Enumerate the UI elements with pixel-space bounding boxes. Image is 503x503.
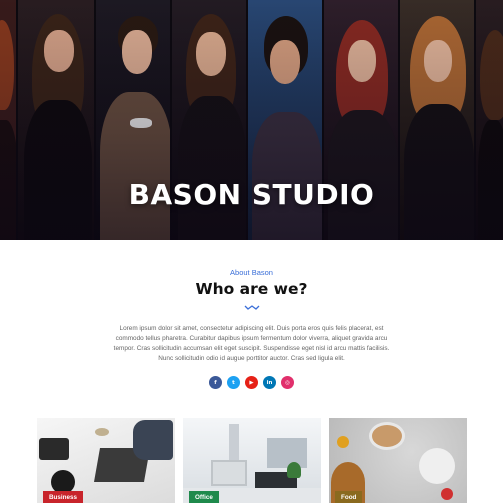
youtube-icon[interactable]: ▶ [245,376,258,389]
card-office[interactable]: Office [183,418,321,503]
about-section: About Bason Who are we? Lorem ipsum dolo… [0,240,503,400]
linkedin-icon[interactable]: in [263,376,276,389]
about-description: Lorem ipsum dolor sit amet, consectetur … [113,325,390,362]
card-food[interactable]: Food [329,418,467,503]
card-badge: Food [335,491,363,503]
card-business[interactable]: Business [37,418,175,503]
facebook-icon[interactable]: f [209,376,222,389]
about-eyebrow: About Bason [230,268,273,277]
squiggle-divider-icon [244,305,260,310]
card-badge: Office [189,491,219,503]
social-links: f t ▶ in ◎ [0,376,503,389]
twitter-icon[interactable]: t [227,376,240,389]
portfolio-cards: Business Office Food [37,418,467,503]
instagram-icon[interactable]: ◎ [281,376,294,389]
hero-banner: BASON STUDIO [0,0,503,240]
card-badge: Business [43,491,83,503]
hero-title: BASON STUDIO [128,178,375,211]
section-title: Who are we? [195,280,308,298]
